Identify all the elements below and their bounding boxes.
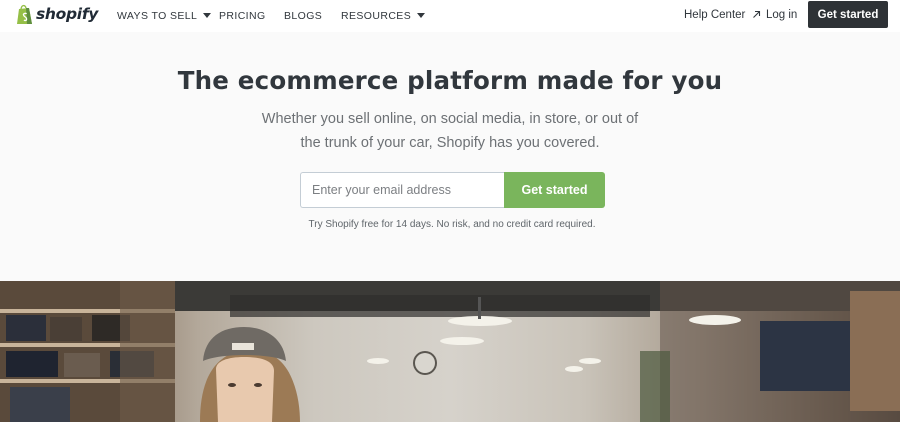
nav-resources[interactable]: RESOURCES xyxy=(341,10,426,22)
nav-blogs-label: BLOGS xyxy=(284,10,323,22)
shopping-bag-icon xyxy=(17,4,32,24)
chevron-down-icon xyxy=(417,13,426,18)
hero-store-photo xyxy=(0,281,900,422)
chevron-down-icon xyxy=(203,13,212,18)
help-center-label: Help Center xyxy=(684,9,746,21)
top-navigation: shopify WAYS TO SELL PRICING BLOGS RESOU… xyxy=(0,0,900,32)
nav-ways-to-sell[interactable]: WAYS TO SELL xyxy=(117,10,212,22)
login-link[interactable]: Log in xyxy=(766,9,797,21)
nav-pricing-label: PRICING xyxy=(219,10,266,22)
hero-title: The ecommerce platform made for you xyxy=(177,66,723,95)
get-started-nav-button[interactable]: Get started xyxy=(808,1,888,28)
brand-name: shopify xyxy=(36,5,99,23)
nav-blogs[interactable]: BLOGS xyxy=(284,10,322,22)
trial-note: Try Shopify free for 14 days. No risk, a… xyxy=(308,219,596,230)
get-started-nav-label: Get started xyxy=(817,8,879,21)
email-input[interactable] xyxy=(300,172,504,208)
nav-ways-to-sell-label: WAYS TO SELL xyxy=(117,10,198,22)
external-link-icon xyxy=(752,10,760,18)
hero-subtitle: Whether you sell online, on social media… xyxy=(261,111,639,151)
store-interior-illustration xyxy=(0,281,900,422)
nav-pricing[interactable]: PRICING xyxy=(219,10,266,22)
nav-resources-label: RESOURCES xyxy=(341,10,412,22)
signup-form: Get started xyxy=(300,172,605,208)
login-label: Log in xyxy=(766,9,798,21)
get-started-button[interactable]: Get started xyxy=(504,172,605,208)
shopify-logo[interactable]: shopify xyxy=(16,3,98,25)
help-center-link[interactable]: Help Center xyxy=(684,9,761,21)
